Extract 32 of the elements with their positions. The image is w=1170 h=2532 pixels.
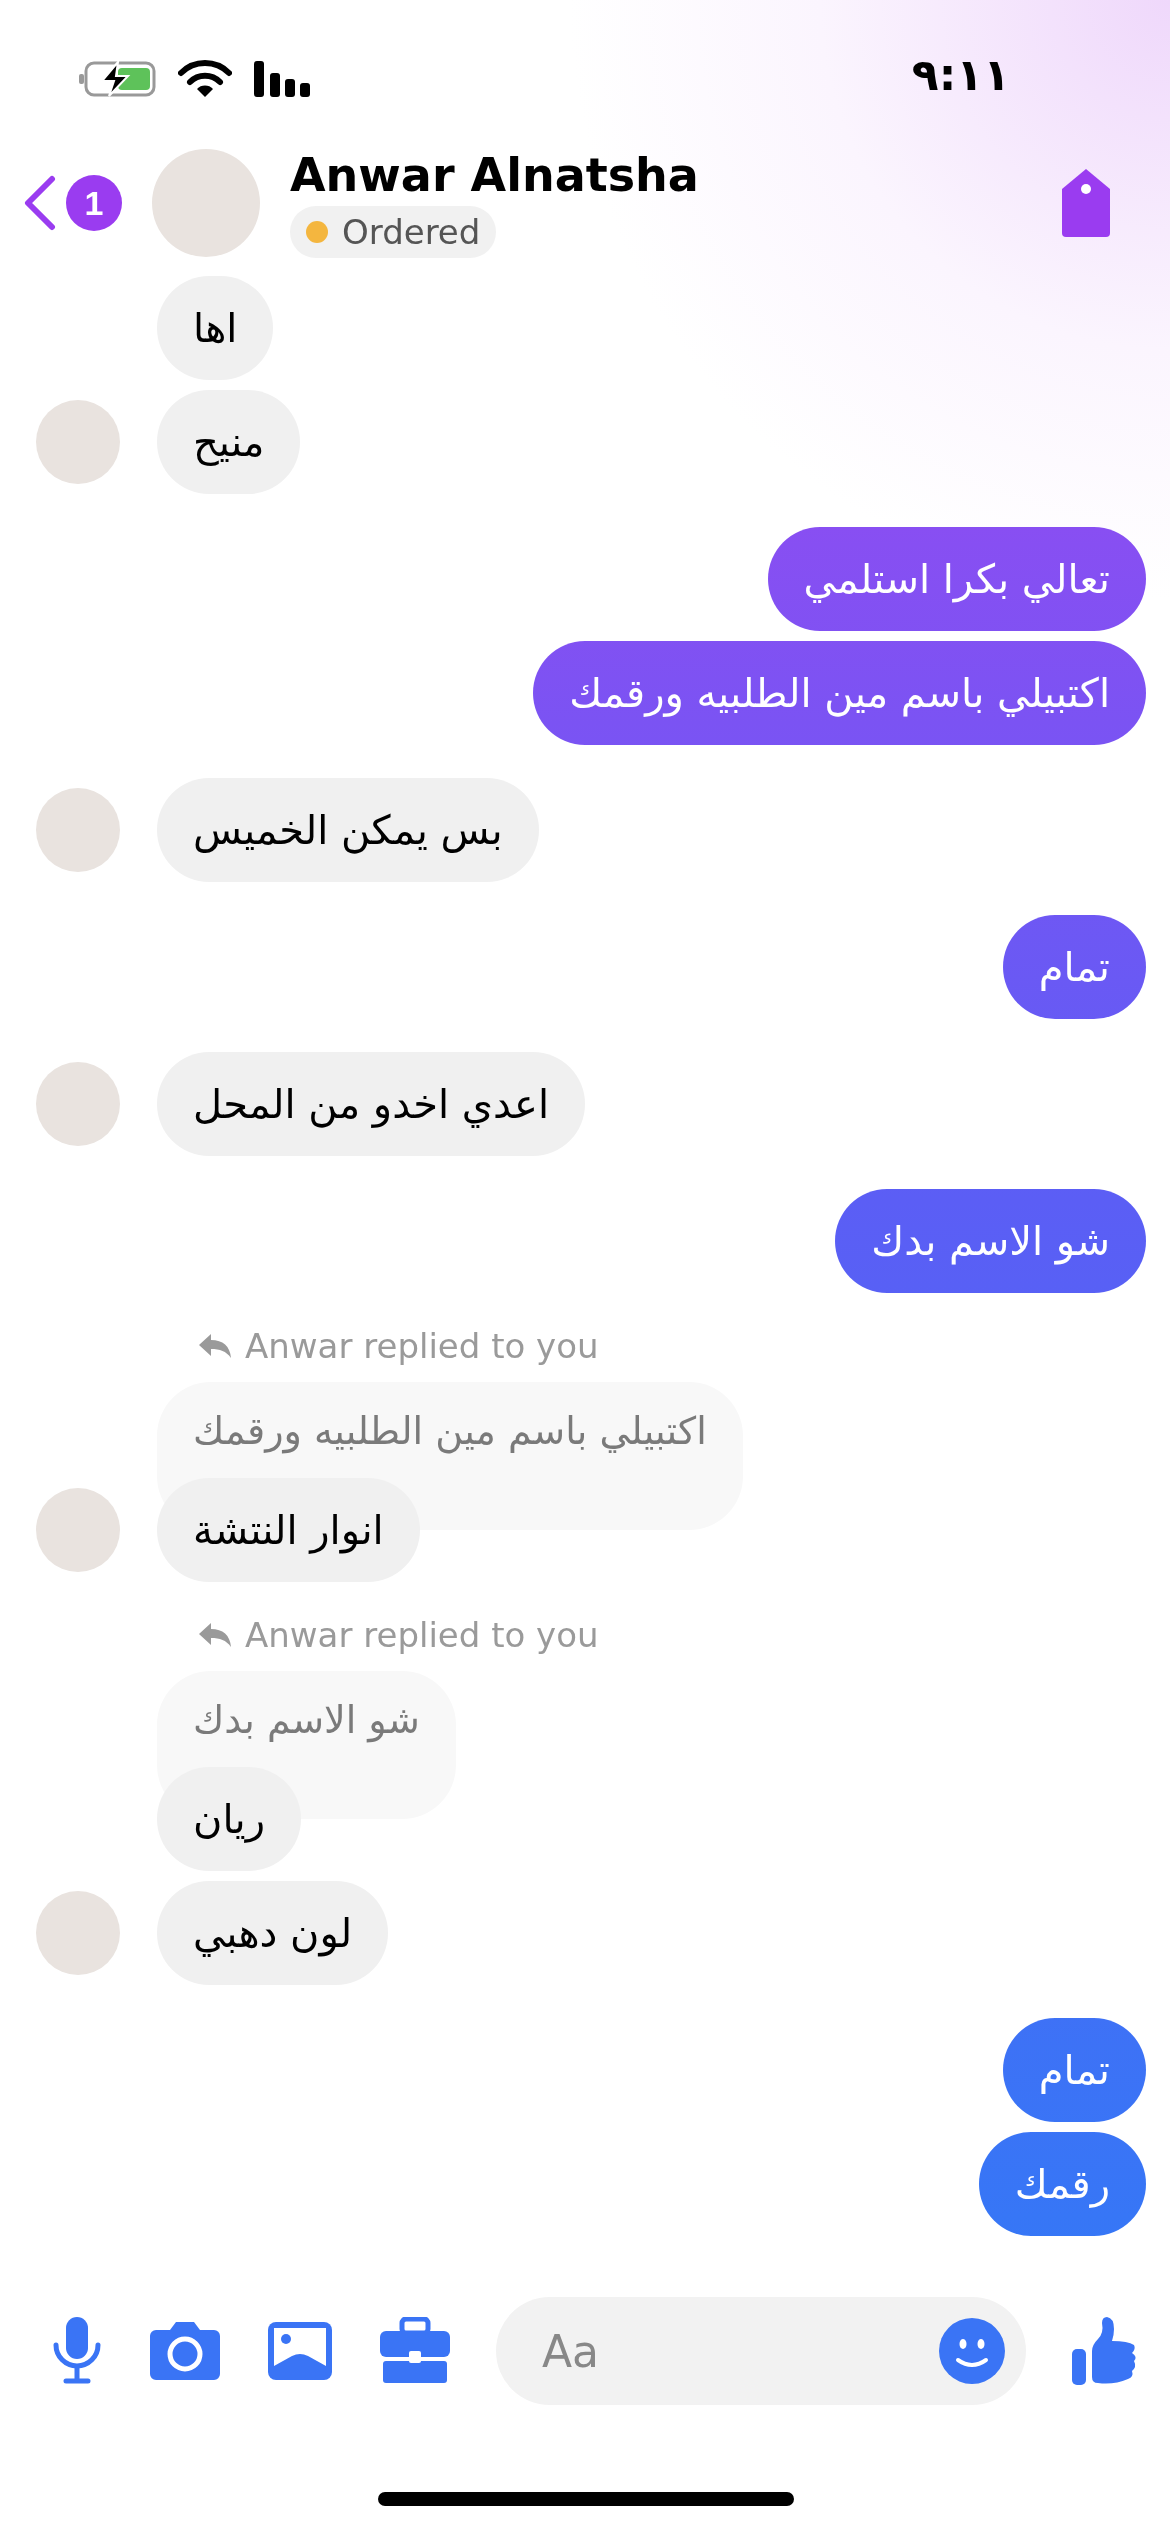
- sent-message-bubble[interactable]: اكتبيلي باسم مين الطلبيه ورقمك: [533, 641, 1146, 745]
- sent-message-bubble[interactable]: رقمك: [978, 2132, 1146, 2236]
- briefcase-icon[interactable]: [378, 2317, 452, 2385]
- emoji-icon[interactable]: [938, 2317, 1006, 2385]
- reply-arrow-icon: [197, 1621, 233, 1649]
- battery-charging-icon: [78, 60, 158, 98]
- status-label: Ordered: [342, 212, 481, 252]
- reply-caption: Anwar replied to you: [245, 1615, 599, 1655]
- received-message-bubble[interactable]: ريان: [157, 1767, 301, 1871]
- received-message-bubble[interactable]: لون دهبي: [157, 1881, 389, 1985]
- received-message-bubble[interactable]: منيح: [157, 390, 301, 494]
- unread-count-badge: 1: [66, 175, 122, 231]
- received-message-bubble[interactable]: اعدي اخدو من المحل: [157, 1052, 585, 1156]
- received-message-bubble[interactable]: اها: [157, 276, 274, 380]
- chevron-left-icon: [22, 175, 56, 231]
- camera-icon[interactable]: [148, 2320, 222, 2382]
- status-pill[interactable]: Ordered: [290, 206, 497, 258]
- contact-name[interactable]: Anwar Alnatsha: [290, 148, 699, 202]
- message-input[interactable]: Aa: [496, 2297, 1026, 2405]
- received-message-bubble[interactable]: انوار النتشة: [157, 1478, 420, 1582]
- back-button[interactable]: 1: [22, 175, 122, 231]
- wifi-icon: [178, 59, 232, 99]
- status-time: ٩:١١: [911, 48, 1010, 100]
- signal-bars-icon: [252, 59, 312, 99]
- sent-message-bubble[interactable]: تمام: [1002, 2018, 1146, 2122]
- reply-arrow-icon: [197, 1332, 233, 1360]
- photo-icon[interactable]: [266, 2320, 334, 2382]
- received-message-bubble[interactable]: بس يمكن الخميس: [157, 778, 539, 882]
- sent-message-bubble[interactable]: تعالي بكرا استلمي: [767, 527, 1146, 631]
- sent-message-bubble[interactable]: شو الاسم بدك: [835, 1189, 1146, 1293]
- reply-caption: Anwar replied to you: [245, 1326, 599, 1366]
- sent-message-bubble[interactable]: تمام: [1002, 915, 1146, 1019]
